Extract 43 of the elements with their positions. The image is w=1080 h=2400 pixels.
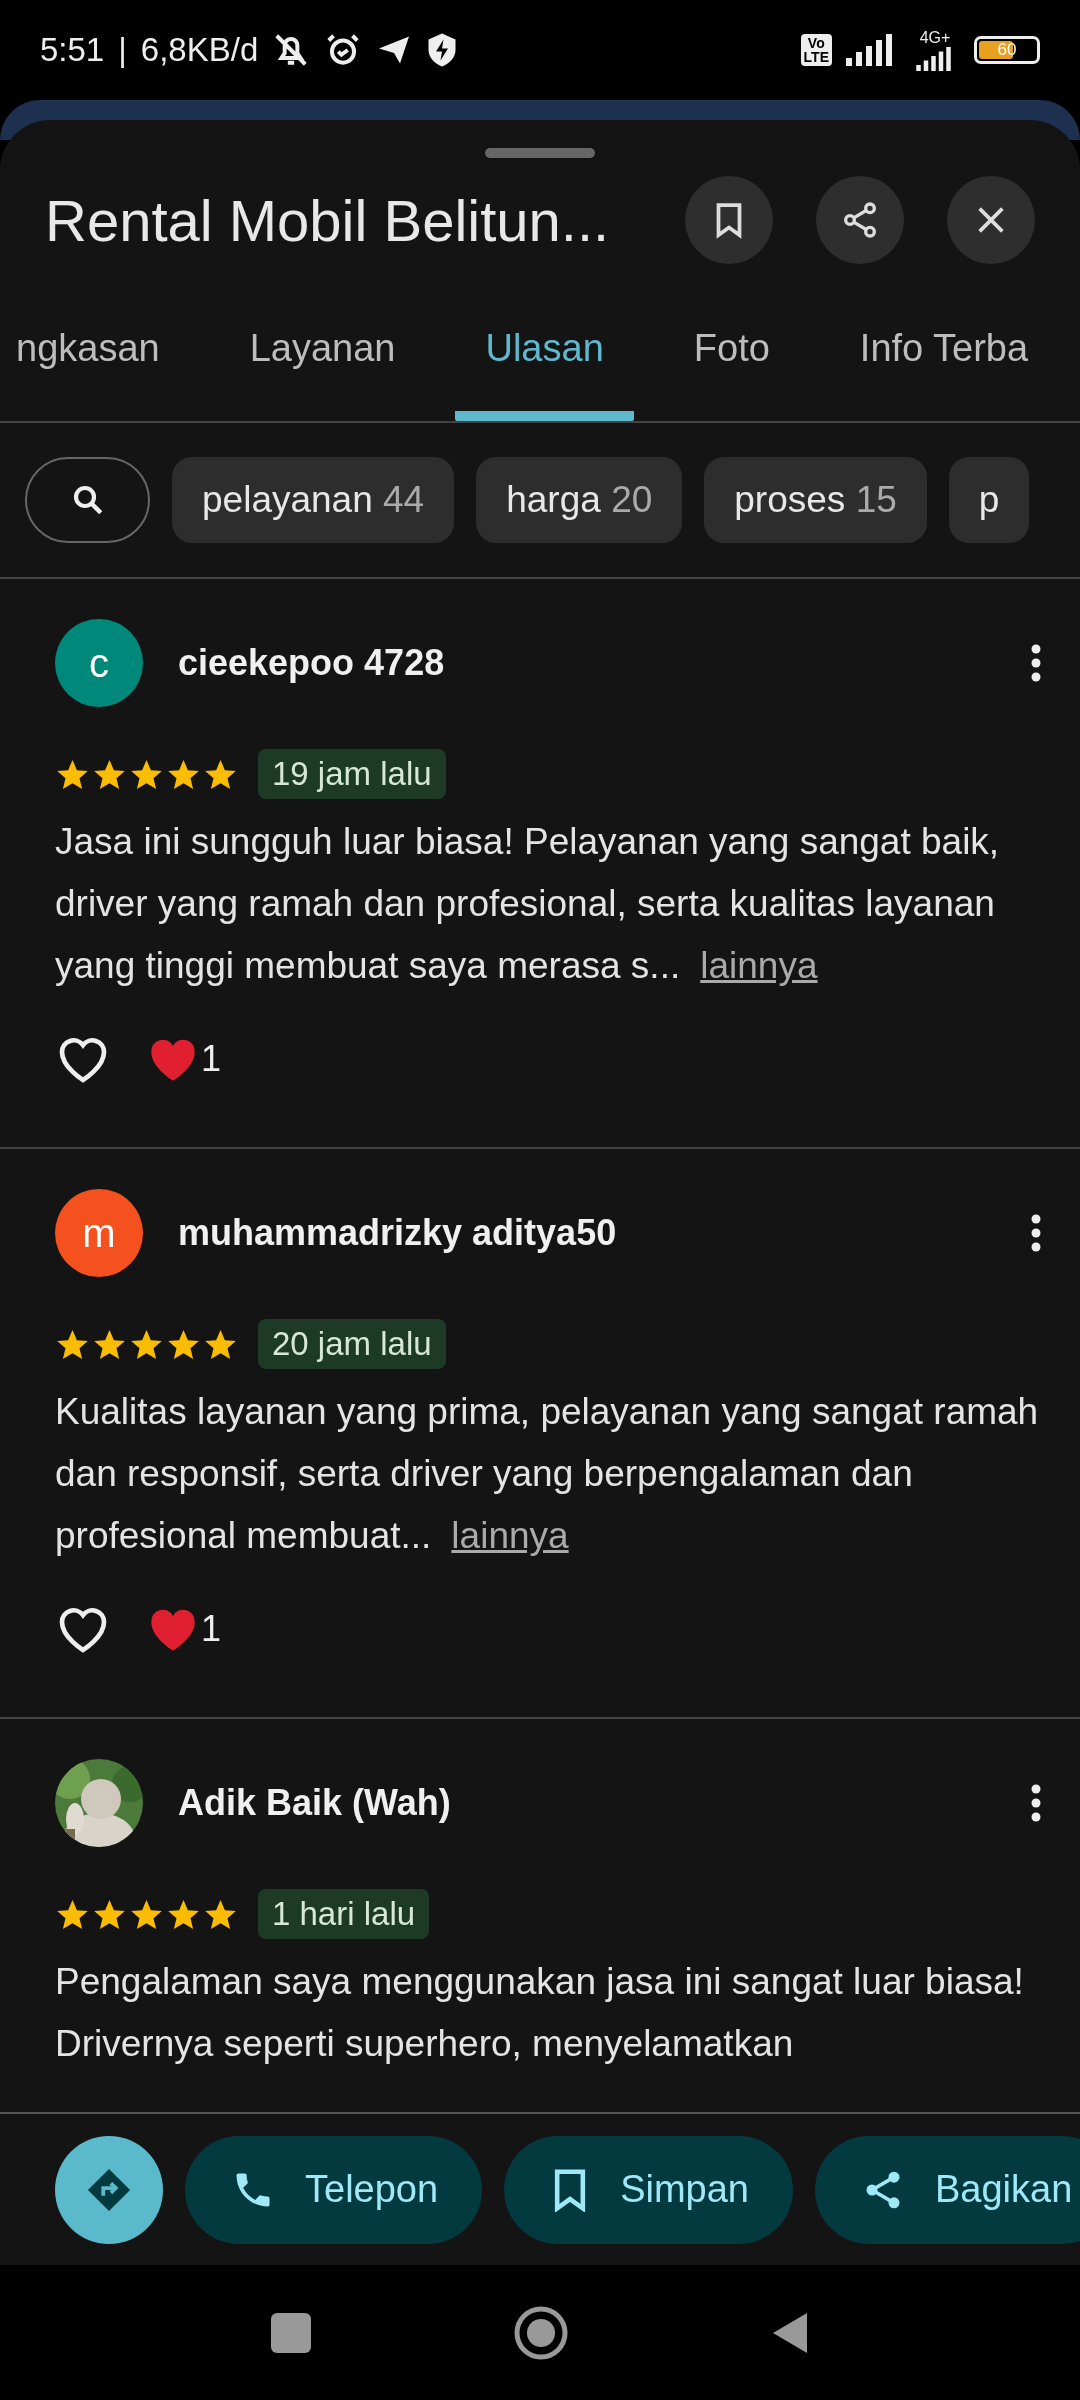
more-link[interactable]: lainnya [700,945,818,986]
share-button[interactable]: Bagikan [814,2135,1080,2244]
reviewer-name: muhammadrizky aditya50 [178,1212,618,1254]
review-text: Jasa ini sungguh luar biasa! Pelayanan yang sangat baik, driver yang ramah dan profesional, serta kualitas layanan yang tinggi membuat saya merasa s... lainnya [55,820,1001,988]
volte-badge: Vo LTE [800,34,832,66]
tab[interactable]: Foto [663,276,800,421]
clock: 5:51 [40,31,105,69]
network-type: 4G+ [919,29,951,47]
more-vertical-icon [1031,644,1041,682]
tab[interactable]: Info Terba [829,276,1059,421]
tab[interactable]: ngkasan [0,276,190,421]
avatar: c [55,619,143,707]
filter-chip[interactable]: harga 20 [476,457,683,543]
more-link[interactable]: lainnya [451,1515,569,1556]
bookmark-icon [714,201,744,239]
shield-icon [426,32,459,68]
place-title: Rental Mobil Belitun... [45,186,611,254]
tab[interactable]: Ulasan [455,276,634,421]
tab[interactable]: Layanan [219,276,426,421]
avatar: m [55,1189,143,1277]
phone-button[interactable]: Telepon [185,2135,483,2244]
review-text: Kualitas layanan yang prima, pelayanan yang sangat ramah dan responsif, serta driver yang berpengalaman dan profesional membuat... lainnya [55,1390,1040,1558]
more-vertical-icon [1031,1784,1041,1822]
like-count: 1 [201,1608,222,1650]
review-time: 19 jam lalu [258,749,446,799]
save-button[interactable]: Simpan [504,2135,793,2244]
recent-apps-icon[interactable] [271,2312,312,2353]
like-count: 1 [201,1038,222,1080]
review-time: 20 jam lalu [258,1319,446,1369]
directions-icon [86,2166,132,2213]
home-icon[interactable] [514,2305,568,2360]
network-speed: 6,8KB/d [140,31,259,69]
filter-chip[interactable]: p [948,457,1030,543]
filter-chip[interactable]: proses 15 [704,457,927,543]
search-button[interactable] [25,457,150,543]
drag-handle[interactable] [485,148,595,158]
reviewer-name: cieekepoo 4728 [178,642,446,684]
separator: | [118,31,127,69]
more-vertical-icon [1031,1214,1041,1252]
review-text: Pengalaman saya menggunakan jasa ini sangat luar biasa! Drivernya seperti superhero, menyelamatkan [55,1960,1025,2066]
review-time: 1 hari lalu [258,1889,430,1939]
reviewer-name: Adik Baik (Wah) [178,1782,452,1824]
filter-chip[interactable]: pelayanan 44 [172,457,455,543]
